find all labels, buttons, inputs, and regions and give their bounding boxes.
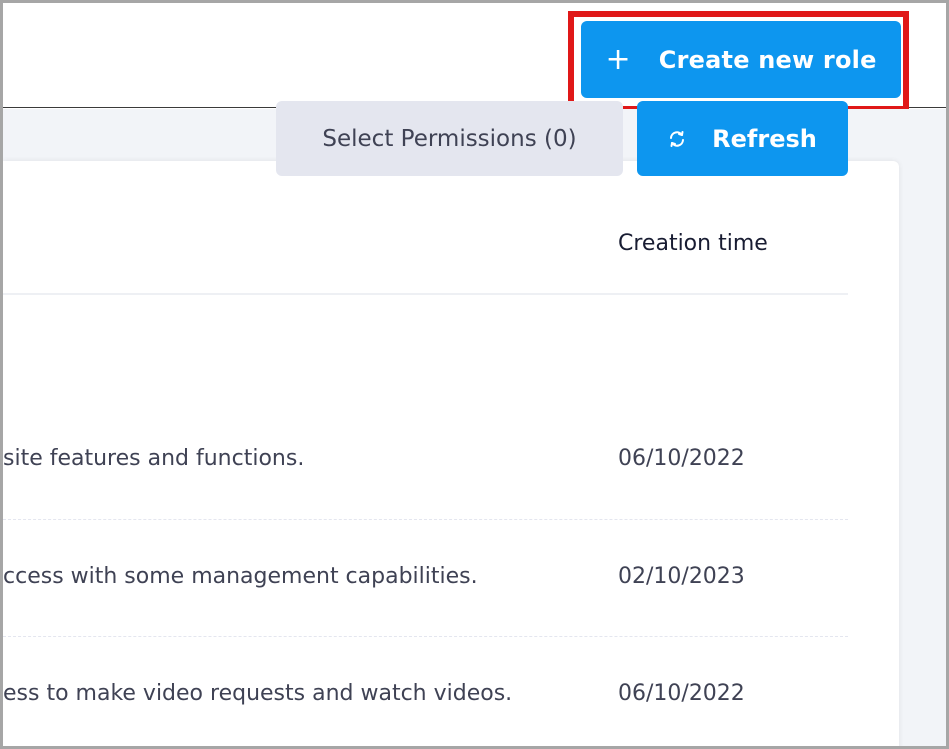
select-permissions-button[interactable]: Select Permissions (0) <box>276 101 623 176</box>
role-description: site features and functions. <box>3 446 305 471</box>
app-window: + Create new role Select Permissions (0)… <box>0 0 949 749</box>
column-header-creation-time: Creation time <box>618 231 768 256</box>
highlight-box <box>568 11 909 112</box>
table-row[interactable]: ccess with some management capabilities.… <box>3 519 848 637</box>
table-row[interactable]: ess to make video requests and watch vid… <box>3 636 848 746</box>
creation-time: 06/10/2022 <box>618 446 745 471</box>
refresh-button[interactable]: Refresh <box>637 101 848 176</box>
refresh-icon <box>668 130 686 148</box>
role-description: ess to make video requests and watch vid… <box>3 681 513 706</box>
creation-time: 02/10/2023 <box>618 564 745 589</box>
refresh-label: Refresh <box>712 124 817 153</box>
role-description: ccess with some management capabilities. <box>3 564 478 589</box>
table-row[interactable]: site features and functions. 06/10/2022 <box>3 401 848 519</box>
header-divider <box>3 293 848 295</box>
creation-time: 06/10/2022 <box>618 681 745 706</box>
